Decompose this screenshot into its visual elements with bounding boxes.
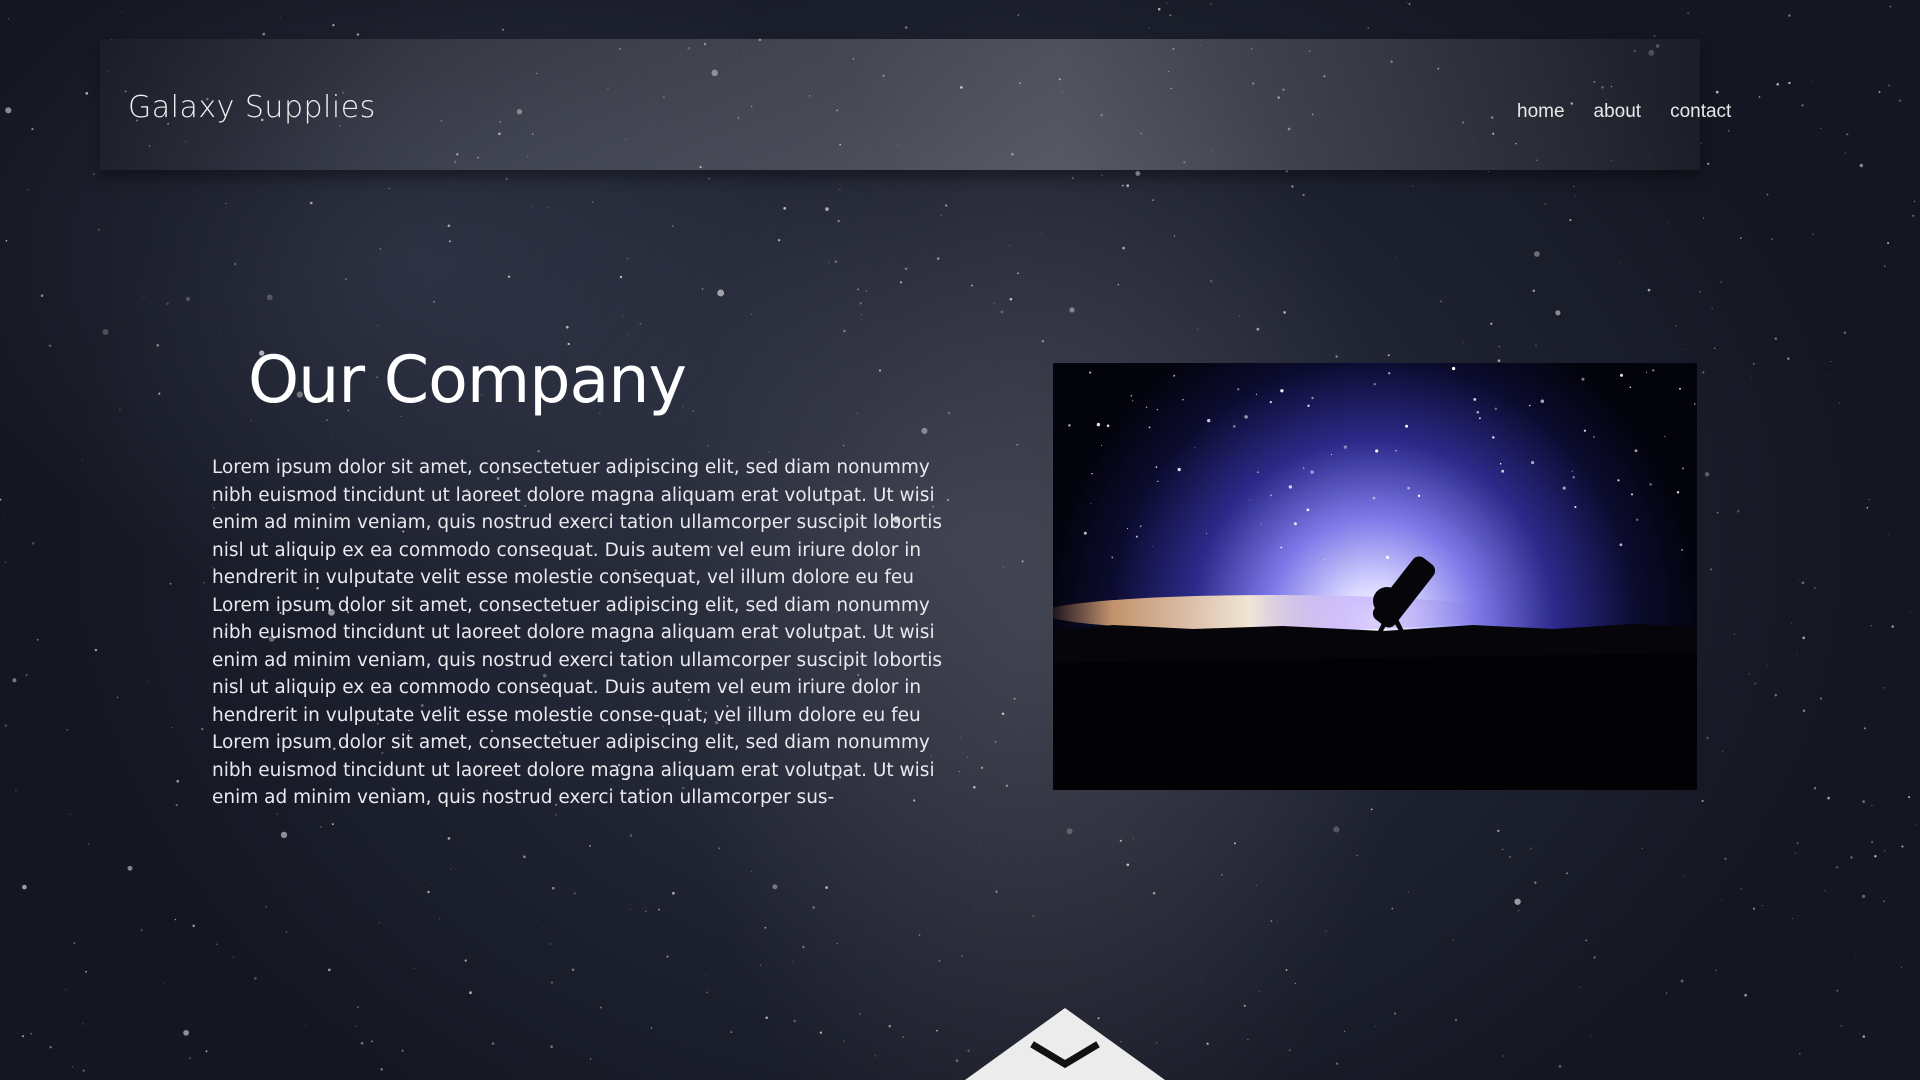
nav-link-contact[interactable]: contact <box>1670 101 1731 123</box>
telescope-night-sky-image <box>1053 363 1697 790</box>
nav-link-home[interactable]: home <box>1517 101 1565 123</box>
company-description: Lorem ipsum dolor sit amet, consectetuer… <box>212 457 943 808</box>
scroll-down-button[interactable] <box>965 1006 1165 1080</box>
page-title: Our Company <box>248 343 687 418</box>
nav-link-about[interactable]: about <box>1594 101 1642 123</box>
site-brand-logo[interactable]: Galaxy Supplies <box>128 90 376 125</box>
main-nav: home about contact <box>1517 101 1731 123</box>
